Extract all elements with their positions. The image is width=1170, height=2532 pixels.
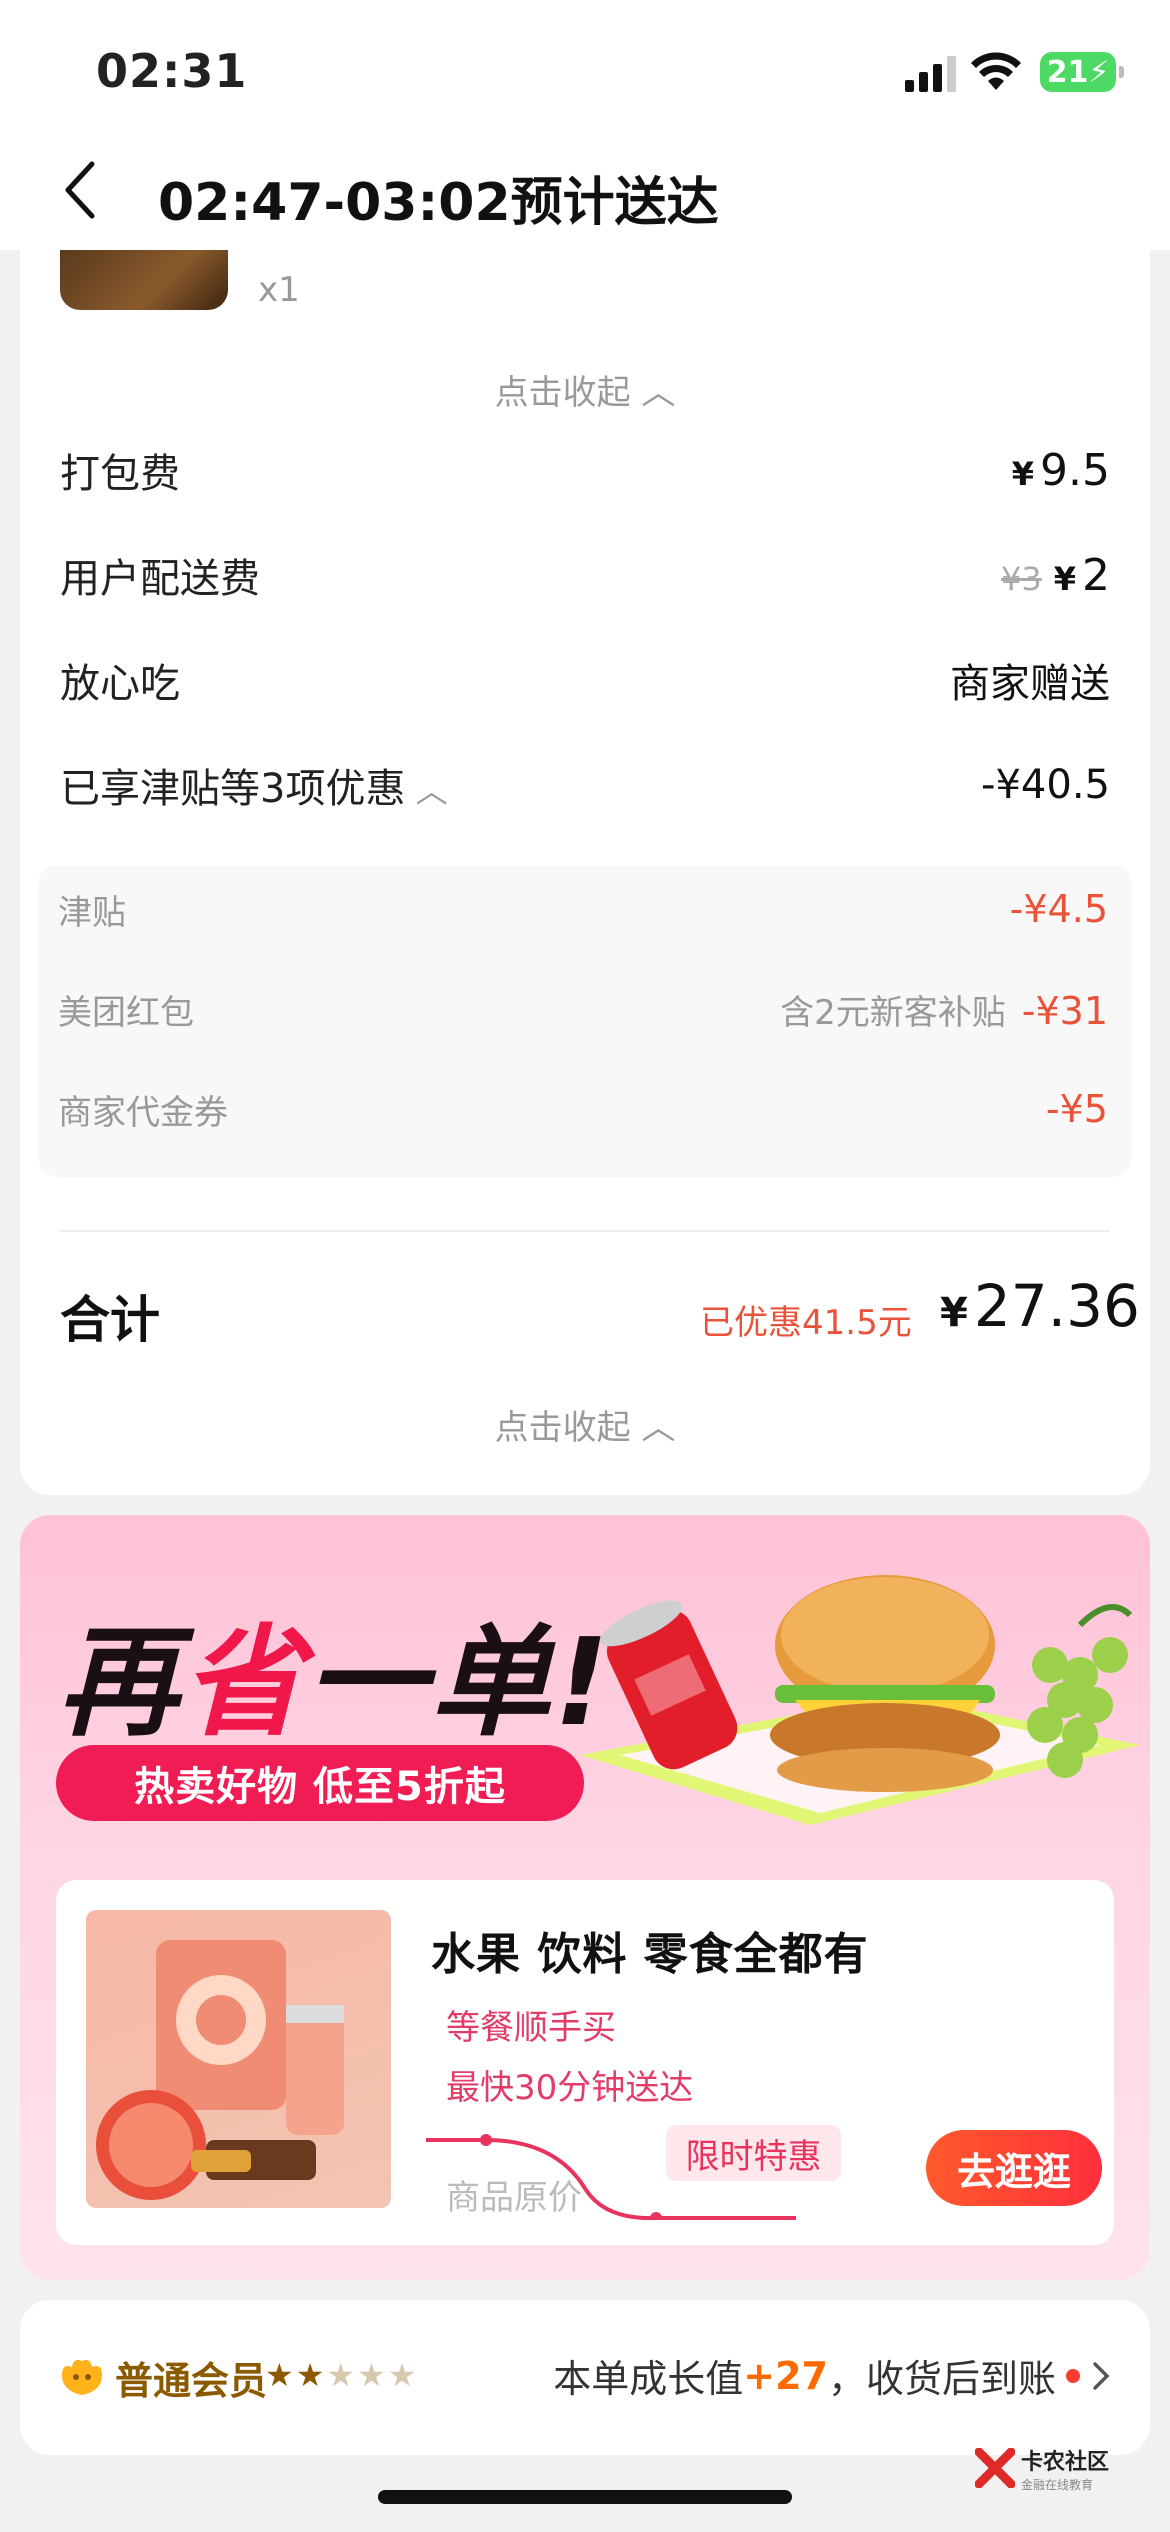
- assurance-row: 放心吃 商家赠送: [60, 661, 1110, 707]
- promo-product-card[interactable]: 水果 饮料 零食全都有 等餐顺手买 最快30分钟送达 商品原价 限时特惠 去逛逛: [56, 1880, 1114, 2245]
- back-button[interactable]: [50, 150, 110, 230]
- promo-subtitle-2: 最快30分钟送达: [446, 2068, 694, 2108]
- delivery-fee-row: 用户配送费 ¥3 ¥2: [60, 549, 1110, 603]
- packing-fee-row: 打包费 ¥9.5: [60, 444, 1110, 498]
- original-price-label: 商品原价: [446, 2178, 582, 2218]
- divider: [60, 1230, 1110, 1232]
- discount-row: 商家代金券 -¥5: [58, 1087, 1108, 1133]
- battery-icon: 21 ⚡: [1040, 52, 1124, 92]
- discount-row: 美团红包 含2元新客补贴 -¥31: [58, 988, 1108, 1033]
- total-label: 合计: [60, 1291, 160, 1349]
- go-shopping-button[interactable]: 去逛逛: [926, 2130, 1102, 2206]
- item-quantity: x1: [258, 270, 300, 310]
- growth-info: 本单成长值 +27 ，收货后到账: [553, 2348, 1110, 2403]
- member-crown-icon: [62, 2359, 102, 2395]
- total-saved: 已优惠41.5元: [700, 1303, 912, 1343]
- wifi-icon: [971, 52, 1021, 90]
- watermark: 卡农社区 金融在线教育: [975, 2440, 1155, 2496]
- collapse-items-button[interactable]: 点击收起 ︿: [20, 365, 1150, 414]
- item-thumbnail: [60, 250, 228, 310]
- status-bar: 02:31 21 ⚡: [0, 0, 1170, 140]
- total-amount: ¥27.36: [940, 1272, 1140, 1340]
- food-illustration: [580, 1575, 1140, 1825]
- chevron-up-icon: ︿: [641, 1408, 676, 1448]
- member-growth-bar[interactable]: 普通会员 ★★★★★ 本单成长值 +27 ，收货后到账: [20, 2300, 1150, 2455]
- home-indicator[interactable]: [378, 2490, 792, 2504]
- promo-headline: 再省一单!: [58, 1614, 613, 1753]
- discount-summary-toggle[interactable]: 已享津贴等3项优惠 ︿ -¥40.5: [60, 755, 1110, 815]
- promo-banner[interactable]: 再省一单! 热卖好物 低至5折起 水果 饮料 零食全都有 等餐顺手买 最快30分…: [20, 1515, 1150, 2280]
- chevron-up-icon: ︿: [405, 772, 448, 810]
- order-summary-card: x1 点击收起 ︿ 打包费 ¥9.5 用户配送费 ¥3 ¥2 放心吃 商家赠送 已…: [20, 250, 1150, 1495]
- page-title: 02:47-03:02预计送达: [158, 173, 719, 233]
- promo-pill: 热卖好物 低至5折起: [56, 1745, 584, 1821]
- discount-details: 津贴 -¥4.5 美团红包 含2元新客补贴 -¥31 商家代金券 -¥5: [38, 865, 1132, 1177]
- chevron-up-icon: ︿: [641, 373, 676, 413]
- collapse-details-button[interactable]: 点击收起 ︿: [20, 1400, 1150, 1449]
- notification-dot: [1066, 2368, 1080, 2383]
- product-image: [86, 1910, 391, 2208]
- watermark-logo-icon: [975, 2448, 1015, 2488]
- discount-row: 津贴 -¥4.5: [58, 887, 1108, 933]
- promo-card-title: 水果 饮料 零食全都有: [431, 1929, 869, 1980]
- limited-offer-tag: 限时特惠: [666, 2125, 841, 2181]
- member-level: 普通会员: [115, 2359, 268, 2403]
- chevron-left-icon: [65, 161, 95, 219]
- original-delivery-fee: ¥3: [1001, 559, 1042, 598]
- promo-subtitle-1: 等餐顺手买: [446, 2008, 616, 2048]
- status-time: 02:31: [96, 44, 248, 98]
- chevron-right-icon: [1093, 2361, 1110, 2390]
- nav-bar: 02:47-03:02预计送达: [0, 140, 1170, 250]
- snack-illustration: [96, 1940, 344, 2200]
- member-stars: ★★★★★: [265, 2356, 419, 2394]
- cellular-signal-icon: [905, 56, 956, 92]
